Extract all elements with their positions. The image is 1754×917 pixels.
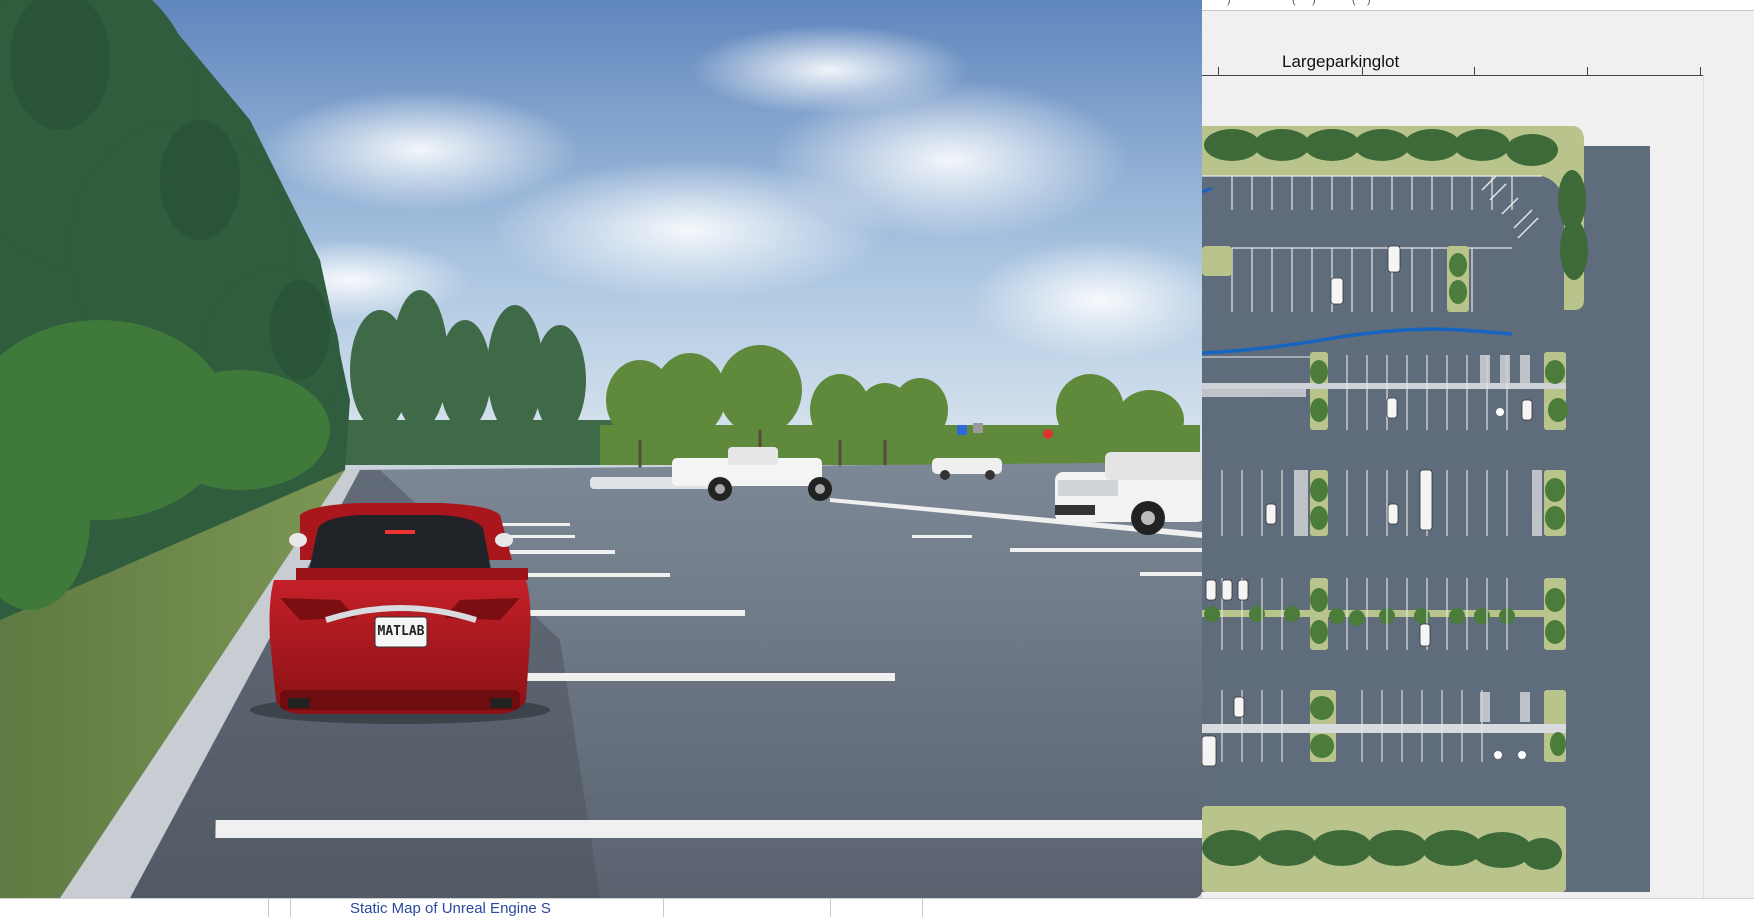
divider xyxy=(290,899,291,917)
license-plate-text: MATLAB xyxy=(377,624,425,639)
divider xyxy=(922,899,923,917)
scene-render xyxy=(0,0,1202,898)
background-window-strip: Static Map of Unreal Engine S xyxy=(0,898,1754,917)
ego-vehicle-red-sedan xyxy=(250,503,550,724)
parking-lot-map[interactable] xyxy=(1202,0,1754,898)
simulation-3d-viewer[interactable]: MATLAB xyxy=(0,0,1202,898)
divider xyxy=(268,899,269,917)
divider xyxy=(663,899,664,917)
divider xyxy=(830,899,831,917)
matlab-figure-window[interactable]: ) ( ) ( ) Largeparkinglot xyxy=(1202,0,1754,898)
static-map-link[interactable]: Static Map of Unreal Engine S xyxy=(350,900,572,917)
